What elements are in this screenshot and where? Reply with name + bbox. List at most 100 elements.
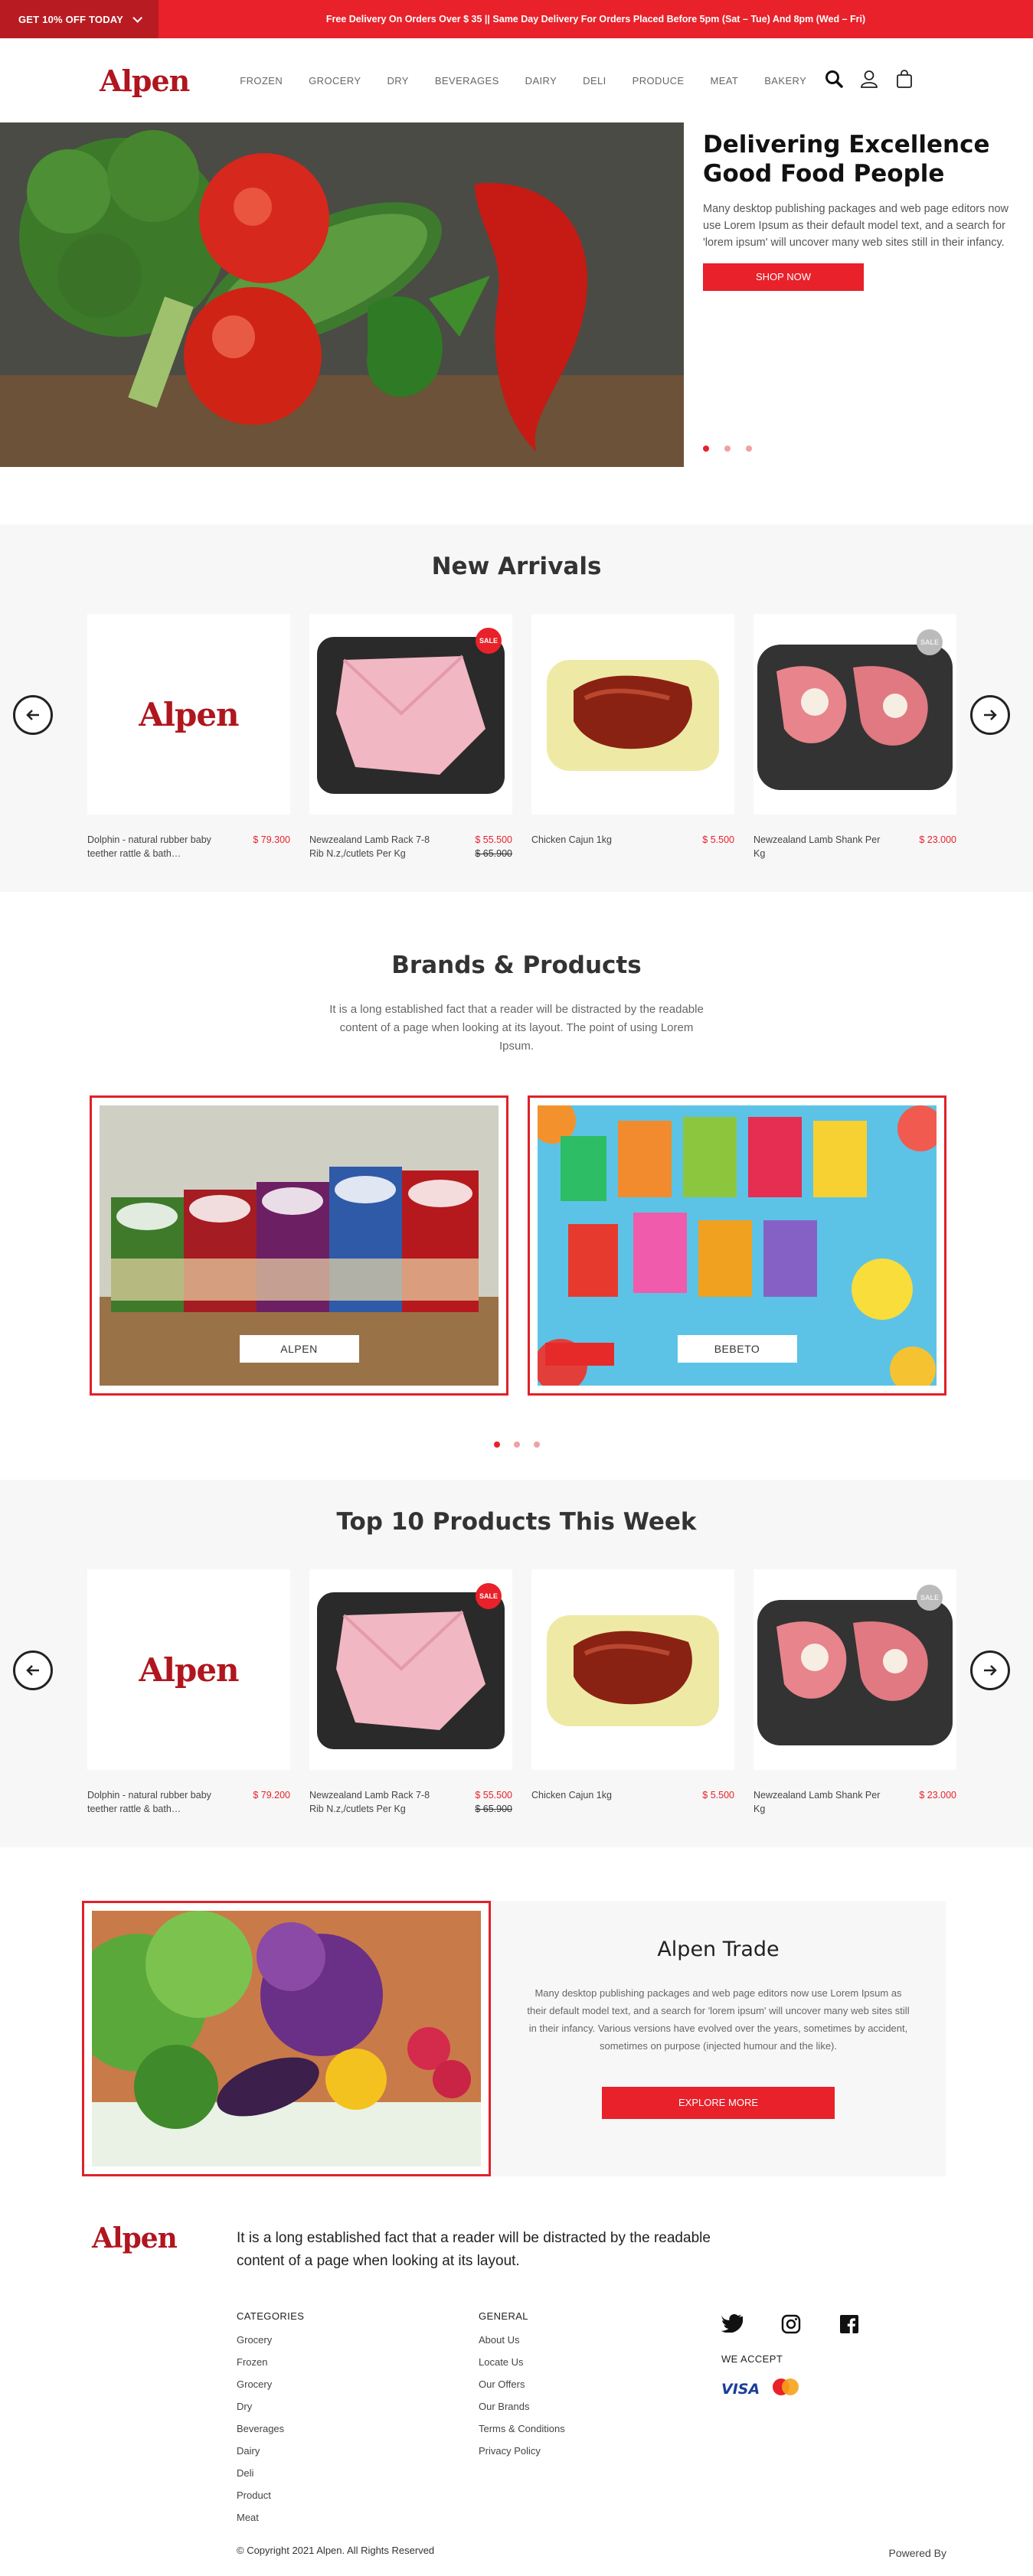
product-card[interactable]: Alpen Dolphin - natural rubber baby teet…	[87, 1569, 290, 1816]
product-card[interactable]: SALE Newzealand Lamb Rack 7-8 Rib N.z,/c…	[309, 1569, 512, 1816]
search-icon[interactable]	[824, 69, 844, 89]
footer-link-grocery[interactable]: Grocery	[237, 2329, 479, 2351]
vegetable-box-image	[92, 1911, 481, 2166]
product-image[interactable]: SALE	[754, 614, 956, 815]
product-image[interactable]: Alpen	[87, 1569, 290, 1770]
shop-now-button[interactable]: SHOP NOW	[703, 263, 864, 291]
product-carousel: Alpen Dolphin - natural rubber baby teet…	[87, 614, 956, 860]
brand-carousel: ALPEN BEBETO	[90, 1095, 1033, 1396]
mastercard-icon	[767, 2375, 805, 2402]
product-name[interactable]: Chicken Cajun 1kg	[531, 833, 662, 847]
nav-item-dry[interactable]: DRY	[387, 75, 408, 87]
product-price-group: $ 55.500 $ 65.900	[475, 833, 512, 860]
nav-item-deli[interactable]: DELI	[583, 75, 606, 87]
footer-link-dairy[interactable]: Dairy	[237, 2440, 479, 2462]
product-name[interactable]: Newzealand Lamb Shank Per Kg	[754, 1788, 884, 1816]
shopping-bag-icon[interactable]	[894, 69, 914, 89]
brand-label[interactable]: ALPEN	[239, 1335, 359, 1363]
footer-link-locate[interactable]: Locate Us	[479, 2351, 721, 2373]
carousel-dot-2[interactable]	[724, 446, 731, 452]
next-arrow-button[interactable]	[970, 695, 1010, 735]
nav-item-meat[interactable]: MEAT	[710, 75, 738, 87]
carousel-dot-2[interactable]	[513, 1441, 520, 1448]
nav-item-dairy[interactable]: DAIRY	[525, 75, 557, 87]
carousel-dot-3[interactable]	[746, 446, 752, 452]
section-title: Brands & Products	[391, 952, 642, 979]
footer-link-meat[interactable]: Meat	[237, 2506, 479, 2529]
hero-banner: Delivering Excellence Good Food People M…	[0, 122, 1033, 467]
product-old-price: $ 65.900	[475, 848, 512, 859]
carousel-dot-1[interactable]	[703, 446, 709, 452]
brand-card[interactable]: ALPEN	[90, 1095, 508, 1396]
product-card[interactable]: Chicken Cajun 1kg $ 5.500	[531, 1569, 734, 1816]
sale-badge: SALE	[476, 1583, 502, 1609]
nav-item-produce[interactable]: PRODUCE	[633, 75, 685, 87]
twitter-icon[interactable]	[721, 2314, 744, 2338]
powered-by-text: Powered By	[888, 2547, 946, 2559]
nav-item-beverages[interactable]: BEVERAGES	[435, 75, 499, 87]
hero-carousel-dots	[703, 446, 752, 452]
facebook-icon[interactable]	[839, 2314, 859, 2338]
product-image[interactable]	[531, 614, 734, 815]
product-name[interactable]: Newzealand Lamb Rack 7-8 Rib N.z,/cutlet…	[309, 833, 440, 860]
nav-item-bakery[interactable]: BAKERY	[764, 75, 806, 87]
footer-link-dry[interactable]: Dry	[237, 2395, 479, 2418]
carousel-dot-1[interactable]	[493, 1441, 500, 1448]
site-logo[interactable]: Alpen	[100, 64, 190, 98]
header-actions	[824, 69, 914, 89]
footer-link-product[interactable]: Product	[237, 2484, 479, 2506]
next-arrow-button[interactable]	[970, 1650, 1010, 1690]
explore-more-button[interactable]: EXPLORE MORE	[602, 2087, 835, 2119]
product-card[interactable]: SALE Newzealand Lamb Rack 7-8 Rib N.z,/c…	[309, 614, 512, 860]
nav-item-frozen[interactable]: FROZEN	[240, 75, 283, 87]
nav-item-grocery[interactable]: GROCERY	[309, 75, 361, 87]
we-accept-label: WE ACCEPT	[721, 2353, 783, 2365]
product-card[interactable]: Alpen Dolphin - natural rubber baby teet…	[87, 614, 290, 860]
footer-link-grocery[interactable]: Grocery	[237, 2373, 479, 2395]
product-card[interactable]: Chicken Cajun 1kg $ 5.500	[531, 614, 734, 860]
footer-link-terms[interactable]: Terms & Conditions	[479, 2418, 721, 2440]
visa-logo: VISA	[721, 2380, 760, 2398]
brand-card[interactable]: BEBETO	[528, 1095, 946, 1396]
product-card[interactable]: SALE Newzealand Lamb Shank Per Kg $ 23.0…	[754, 614, 956, 860]
product-image[interactable]	[531, 1569, 734, 1770]
instagram-icon[interactable]	[781, 2314, 801, 2338]
product-image[interactable]: SALE	[309, 614, 512, 815]
product-price: $ 55.500	[475, 1790, 512, 1801]
product-price: $ 79.300	[253, 834, 290, 845]
product-card[interactable]: SALE Newzealand Lamb Shank Per Kg $ 23.0…	[754, 1569, 956, 1816]
product-name[interactable]: Dolphin - natural rubber baby teether ra…	[87, 833, 217, 860]
user-icon[interactable]	[859, 69, 879, 89]
prev-arrow-button[interactable]	[13, 1650, 53, 1690]
product-name[interactable]: Newzealand Lamb Rack 7-8 Rib N.z,/cutlet…	[309, 1788, 440, 1816]
alpen-cereal-image: ALPEN	[100, 1105, 499, 1386]
brand-carousel-dots	[0, 1441, 1033, 1448]
footer-link-brands[interactable]: Our Brands	[479, 2395, 721, 2418]
section-title: Top 10 Products This Week	[336, 1508, 697, 1536]
footer-link-deli[interactable]: Deli	[237, 2462, 479, 2484]
sale-badge: SALE	[476, 628, 502, 654]
carousel-dot-3[interactable]	[533, 1441, 540, 1448]
brand-label[interactable]: BEBETO	[677, 1335, 797, 1363]
product-image[interactable]: SALE	[309, 1569, 512, 1770]
footer-link-privacy[interactable]: Privacy Policy	[479, 2440, 721, 2462]
social-links	[721, 2314, 859, 2338]
prev-arrow-button[interactable]	[13, 695, 53, 735]
categories-heading: CATEGORIES	[237, 2310, 305, 2322]
footer-link-offers[interactable]: Our Offers	[479, 2373, 721, 2395]
new-arrivals-section: New Arrivals Alpen Dolphin - natural rub…	[0, 524, 1033, 892]
footer-link-about[interactable]: About Us	[479, 2329, 721, 2351]
product-name[interactable]: Newzealand Lamb Shank Per Kg	[754, 833, 884, 860]
product-name[interactable]: Chicken Cajun 1kg	[531, 1788, 662, 1802]
general-heading: GENERAL	[479, 2310, 528, 2322]
footer-link-beverages[interactable]: Beverages	[237, 2418, 479, 2440]
product-image[interactable]: SALE	[754, 1569, 956, 1770]
hero-description: Many desktop publishing packages and web…	[703, 203, 1009, 249]
footer-link-frozen[interactable]: Frozen	[237, 2351, 479, 2373]
product-name[interactable]: Dolphin - natural rubber baby teether ra…	[87, 1788, 217, 1816]
offer-dropdown[interactable]: GET 10% OFF TODAY	[0, 0, 159, 38]
hero-vegetables-image	[0, 122, 684, 467]
footer-tagline: It is a long established fact that a rea…	[237, 2230, 711, 2269]
payment-methods: VISA	[721, 2375, 805, 2402]
product-image[interactable]: Alpen	[87, 614, 290, 815]
